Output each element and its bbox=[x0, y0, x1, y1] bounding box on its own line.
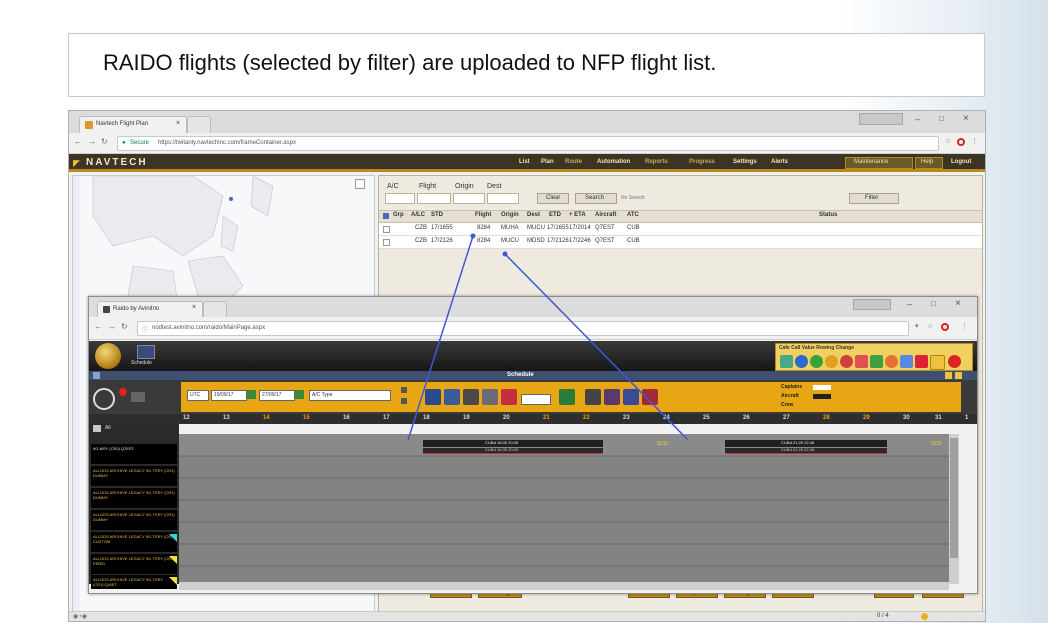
connector-start-dot-2 bbox=[502, 251, 508, 257]
connector-line-2 bbox=[504, 253, 689, 441]
connector-start-dot-1 bbox=[470, 233, 476, 239]
connector-line-1 bbox=[407, 235, 474, 441]
upload-connectors bbox=[407, 233, 689, 441]
